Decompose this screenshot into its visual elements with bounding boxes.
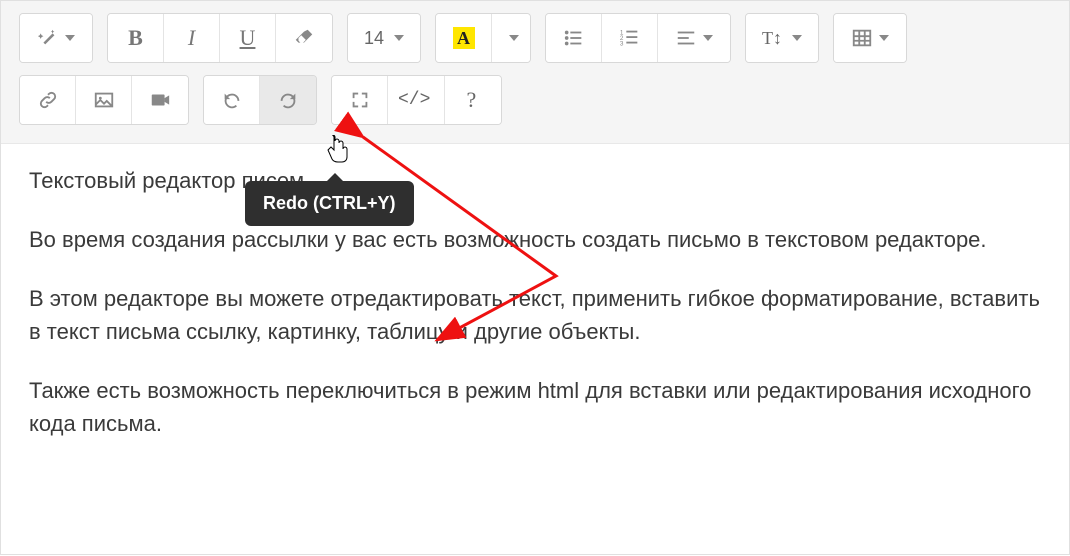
image-icon — [93, 89, 115, 111]
view-group: </> ? — [331, 75, 502, 125]
content-paragraph: Во время создания рассылки у вас есть во… — [29, 223, 1041, 256]
dropdown-caret-icon — [879, 35, 889, 41]
video-icon — [149, 89, 171, 111]
fontcolor-icon: A — [453, 27, 475, 49]
link-button[interactable] — [20, 76, 76, 124]
dropdown-caret-icon — [509, 35, 519, 41]
number-list-icon: 123 — [619, 27, 641, 49]
redo-button[interactable] — [260, 76, 316, 124]
eraser-icon — [293, 27, 315, 49]
undo-icon — [221, 89, 243, 111]
style-button[interactable] — [20, 14, 92, 62]
align-button[interactable] — [658, 14, 730, 62]
dropdown-caret-icon — [394, 35, 404, 41]
magic-wand-icon — [37, 27, 59, 49]
table-button[interactable] — [834, 14, 906, 62]
font-style-group: B I U — [107, 13, 333, 63]
image-button[interactable] — [76, 76, 132, 124]
dropdown-caret-icon — [792, 35, 802, 41]
bold-icon: B — [128, 25, 143, 51]
fontcolor-group: A — [435, 13, 531, 63]
bullet-list-icon — [563, 27, 585, 49]
editor-content-area[interactable]: Текстовый редактор писем Во время создан… — [1, 144, 1069, 486]
fullscreen-button[interactable] — [332, 76, 388, 124]
help-icon: ? — [467, 87, 477, 113]
fontsize-label: 14 — [364, 28, 384, 49]
editor-window: B I U 14 A — [0, 0, 1070, 555]
content-paragraph: Текстовый редактор писем — [29, 164, 1041, 197]
table-icon — [851, 27, 873, 49]
clear-format-button[interactable] — [276, 14, 332, 62]
codeview-icon: </> — [398, 90, 430, 110]
tooltip-redo: Redo (CTRL+Y) — [245, 181, 414, 226]
dropdown-caret-icon — [65, 35, 75, 41]
lineheight-icon: T↕ — [762, 28, 782, 49]
table-group — [833, 13, 907, 63]
help-button[interactable]: ? — [445, 76, 501, 124]
link-icon — [37, 89, 59, 111]
bold-button[interactable]: B — [108, 14, 164, 62]
italic-button[interactable]: I — [164, 14, 220, 62]
paragraph-group: 123 — [545, 13, 731, 63]
toolbar-row-2: </> ? — [19, 75, 1051, 125]
toolbar-row-1: B I U 14 A — [19, 13, 1051, 63]
fullscreen-icon — [349, 89, 371, 111]
content-paragraph: В этом редакторе вы можете отредактирова… — [29, 282, 1041, 348]
italic-icon: I — [188, 25, 195, 51]
ordered-list-button[interactable]: 123 — [602, 14, 658, 62]
align-icon — [675, 27, 697, 49]
style-group — [19, 13, 93, 63]
underline-icon: U — [240, 25, 256, 51]
fontsize-button[interactable]: 14 — [348, 14, 420, 62]
svg-text:3: 3 — [619, 40, 623, 47]
codeview-button[interactable]: </> — [388, 76, 445, 124]
fontsize-group: 14 — [347, 13, 421, 63]
fontcolor-dropdown-button[interactable] — [492, 14, 530, 62]
redo-icon — [277, 89, 299, 111]
history-group — [203, 75, 317, 125]
dropdown-caret-icon — [703, 35, 713, 41]
video-button[interactable] — [132, 76, 188, 124]
insert-group — [19, 75, 189, 125]
unordered-list-button[interactable] — [546, 14, 602, 62]
toolbar: B I U 14 A — [1, 1, 1069, 144]
lineheight-group: T↕ — [745, 13, 819, 63]
underline-button[interactable]: U — [220, 14, 276, 62]
fontcolor-button[interactable]: A — [436, 14, 492, 62]
lineheight-button[interactable]: T↕ — [746, 14, 818, 62]
undo-button[interactable] — [204, 76, 260, 124]
content-paragraph: Также есть возможность переключиться в р… — [29, 374, 1041, 440]
